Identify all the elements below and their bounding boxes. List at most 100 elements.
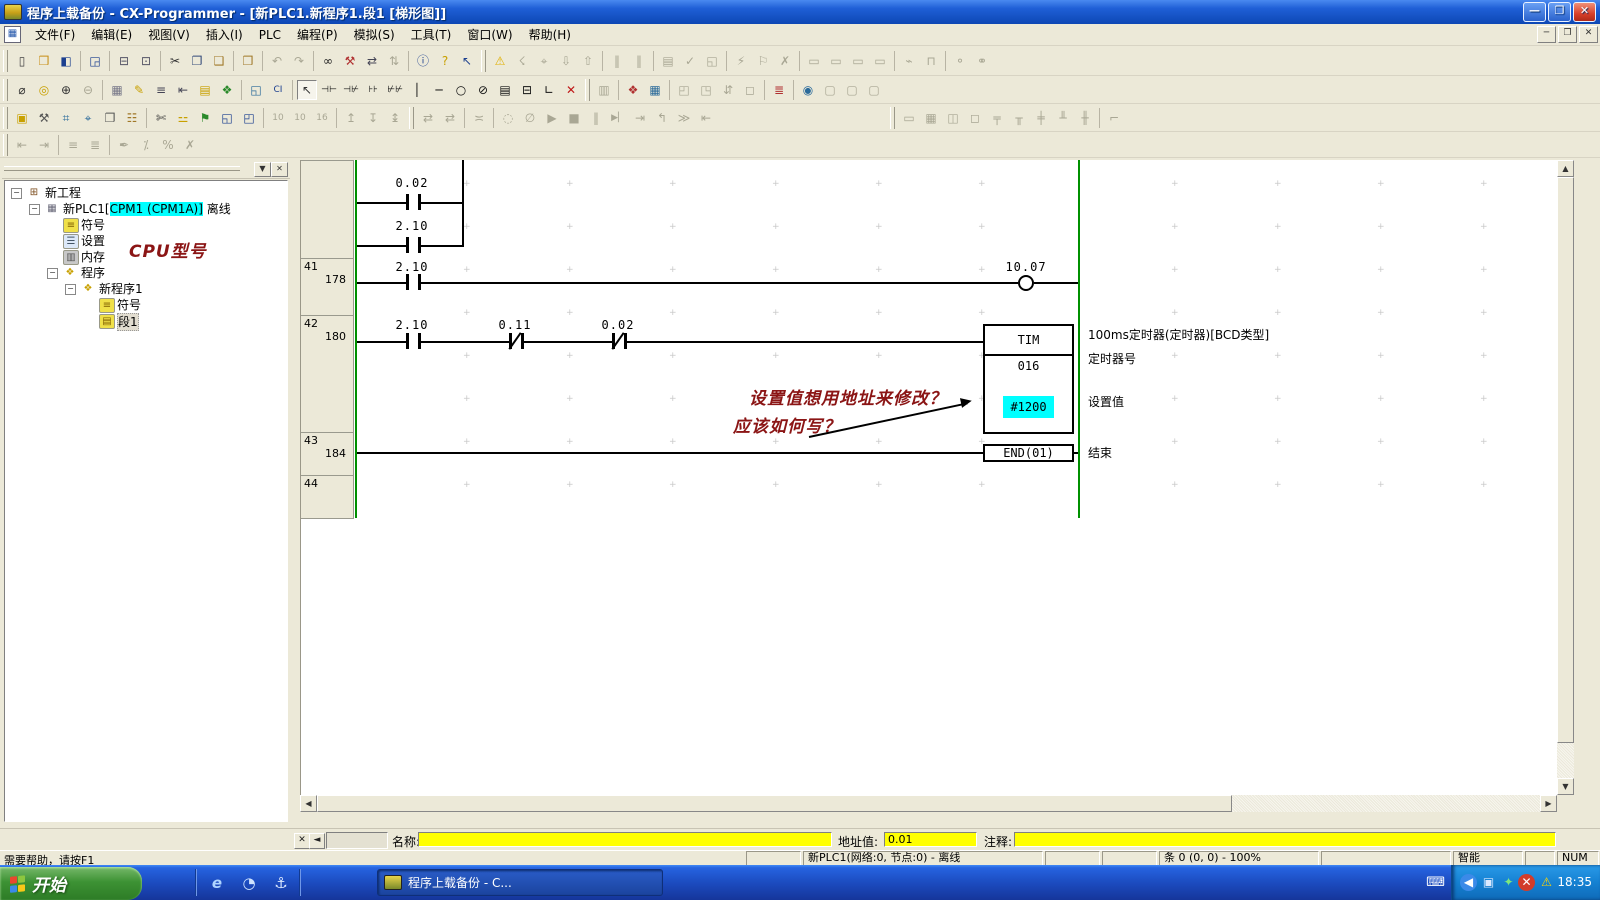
toolbar-handle[interactable]: [585, 79, 590, 101]
open-folder-icon[interactable]: ❒: [34, 51, 54, 71]
scroll-up-button[interactable]: ▲: [1557, 160, 1574, 177]
help-icon[interactable]: ?: [435, 51, 455, 71]
hex16-icon[interactable]: 16: [312, 108, 332, 128]
monitor-mode-icon[interactable]: ☇: [512, 51, 532, 71]
step-in-icon[interactable]: ⇥: [630, 108, 650, 128]
fieldbar-close-button[interactable]: ✕: [294, 833, 310, 849]
or-contact-nc-icon[interactable]: ⊬⊬: [385, 80, 405, 100]
transfer-to-plc-icon[interactable]: ⇩: [556, 51, 576, 71]
mem-view3-icon[interactable]: ▭: [848, 51, 868, 71]
timer-number[interactable]: 016: [985, 356, 1072, 376]
toolbar-handle[interactable]: [481, 50, 486, 72]
monitor-data-icon[interactable]: ▤: [195, 80, 215, 100]
gray-win2-icon[interactable]: ▢: [842, 80, 862, 100]
pen-icon[interactable]: ✒: [114, 135, 134, 155]
force-off-icon[interactable]: ⚐: [753, 51, 773, 71]
transfer-from-plc-icon[interactable]: ⇧: [578, 51, 598, 71]
instruction-mnemonic[interactable]: TIM: [985, 326, 1072, 356]
address-field[interactable]: 0.01: [884, 832, 977, 847]
coil-nc-icon[interactable]: ⊘: [473, 80, 493, 100]
return-icon[interactable]: ⌐: [1104, 108, 1124, 128]
tree-expand-box[interactable]: −: [47, 268, 58, 279]
io-refresh-icon[interactable]: ▥: [594, 80, 614, 100]
mdi-restore-button[interactable]: ❐: [1558, 26, 1577, 43]
tree-expand-box[interactable]: −: [11, 188, 22, 199]
tree-item-symbols[interactable]: ≡符号: [5, 217, 287, 233]
online-edit-go-icon[interactable]: ⚍: [173, 108, 193, 128]
menu-item-window[interactable]: 窗口(W): [459, 25, 520, 45]
new-file-icon[interactable]: ▯: [12, 51, 32, 71]
delete-rung-icon[interactable]: ◻: [740, 80, 760, 100]
monitor-hold-icon[interactable]: ◌: [498, 108, 518, 128]
pause-sim-icon[interactable]: ‖: [586, 108, 606, 128]
transfer-out-icon[interactable]: ⇄: [440, 108, 460, 128]
upload-icon[interactable]: ↥: [341, 108, 361, 128]
or-contact-no-icon[interactable]: ⊦⊦: [363, 80, 383, 100]
usage-icon[interactable]: ⊓: [921, 51, 941, 71]
watch-window-icon[interactable]: ⌗: [56, 108, 76, 128]
keyboard-tray-icon[interactable]: ⌨: [1426, 875, 1445, 890]
timer-set-value[interactable]: #1200: [1003, 396, 1054, 418]
outdent-icon[interactable]: ⇤: [12, 135, 32, 155]
contact-label[interactable]: 0.02: [382, 176, 442, 190]
contact-label[interactable]: 0.11: [485, 318, 545, 332]
cut-icon[interactable]: ✂: [165, 51, 185, 71]
copy-icon[interactable]: ❐: [187, 51, 207, 71]
paste-special-icon[interactable]: ❒: [238, 51, 258, 71]
io-table1-icon[interactable]: ▭: [899, 108, 919, 128]
select-tool-icon[interactable]: ↖: [297, 80, 317, 100]
indent-icon[interactable]: ⇥: [34, 135, 54, 155]
find-series-icon[interactable]: ⇄: [362, 51, 382, 71]
comment-field[interactable]: [1014, 832, 1556, 847]
io-table3-icon[interactable]: ◫: [943, 108, 963, 128]
step-out-icon[interactable]: ↰: [652, 108, 672, 128]
tree-item-plc[interactable]: −▦新PLC1[CPM1 (CPM1A)] 离线: [5, 201, 287, 217]
contact-no[interactable]: [406, 333, 409, 349]
contact-label[interactable]: 2.10: [382, 219, 442, 233]
diff-down-icon[interactable]: %: [158, 135, 178, 155]
tree-item-program[interactable]: −❖程序: [5, 265, 287, 281]
monitor-window-icon[interactable]: ◱: [217, 108, 237, 128]
rung-down-icon[interactable]: ◳: [696, 80, 716, 100]
rack3-icon[interactable]: ╪: [1031, 108, 1051, 128]
zoom-icon[interactable]: ⌀: [12, 80, 32, 100]
tree-wrap-icon[interactable]: ❖: [217, 80, 237, 100]
start-button[interactable]: 开始: [0, 867, 142, 900]
vertical-line-icon[interactable]: │: [407, 80, 427, 100]
grid-icon[interactable]: ▦: [107, 80, 127, 100]
toolbar-handle[interactable]: [3, 107, 8, 129]
network1-icon[interactable]: ⚬: [950, 51, 970, 71]
scroll-right-button[interactable]: ▶: [1540, 795, 1557, 812]
output-coil[interactable]: [1018, 275, 1034, 291]
menu-item-edit[interactable]: 编辑(E): [83, 25, 140, 45]
tree-item-label[interactable]: 新工程: [45, 185, 81, 201]
tree-item-label[interactable]: 符号: [81, 217, 105, 233]
security-center-tray-icon[interactable]: ✕: [1518, 874, 1535, 891]
stop-icon[interactable]: ■: [564, 108, 584, 128]
align-left-icon[interactable]: ≡: [63, 135, 83, 155]
decimal10a-icon[interactable]: 10: [268, 108, 288, 128]
replace-icon[interactable]: ⚒: [340, 51, 360, 71]
tree-item-label[interactable]: 新程序1: [99, 281, 143, 297]
network2-icon[interactable]: ⚭: [972, 51, 992, 71]
online-edit-icon[interactable]: ◱: [702, 51, 722, 71]
print-icon[interactable]: ⊟: [114, 51, 134, 71]
fieldbar-back-button[interactable]: ◄: [309, 833, 325, 849]
rack1-icon[interactable]: ╤: [987, 108, 1007, 128]
find-online-icon[interactable]: ⌖: [534, 51, 554, 71]
diff-up-icon[interactable]: ⁒: [136, 135, 156, 155]
mem-view2-icon[interactable]: ▭: [826, 51, 846, 71]
rung-up-icon[interactable]: ◰: [674, 80, 694, 100]
program-check-icon[interactable]: ✓: [680, 51, 700, 71]
output-window-icon[interactable]: ⚒: [34, 108, 54, 128]
menu-item-help[interactable]: 帮助(H): [521, 25, 579, 45]
force-on-icon[interactable]: ⚡: [731, 51, 751, 71]
messenger-tray-icon[interactable]: ✦: [1500, 874, 1517, 891]
tree-item-label[interactable]: 程序: [81, 265, 105, 281]
rung-margin-cell[interactable]: [301, 161, 354, 259]
compare-icon[interactable]: ≍: [469, 108, 489, 128]
tree-expand-box[interactable]: −: [65, 284, 76, 295]
force-cancel-icon[interactable]: ✗: [775, 51, 795, 71]
save-icon[interactable]: ◧: [56, 51, 76, 71]
hscroll-thumb[interactable]: [317, 795, 1232, 812]
